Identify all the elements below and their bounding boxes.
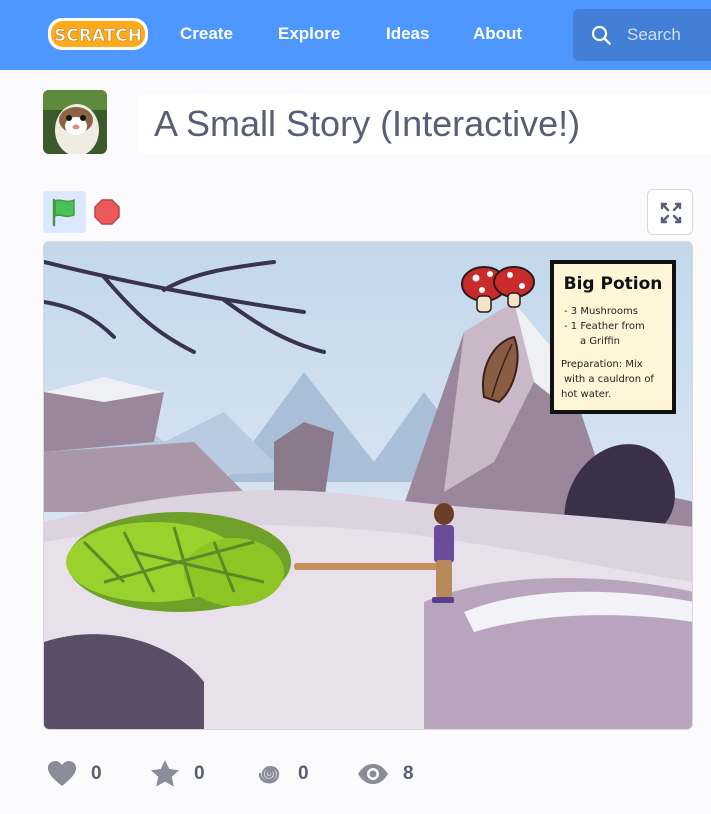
stop-icon bbox=[94, 199, 120, 225]
recipe-prep: with a cauldron of bbox=[564, 374, 654, 385]
recipe-card: Big Potion - 3 Mushrooms - 1 Feather fro… bbox=[550, 260, 676, 414]
eye-icon bbox=[358, 764, 388, 784]
leafy-bush bbox=[66, 512, 291, 612]
green-flag-button[interactable] bbox=[43, 191, 86, 233]
stop-button[interactable] bbox=[93, 198, 121, 226]
logo-text: SCRATCH bbox=[54, 26, 142, 46]
search-input[interactable]: Search bbox=[573, 9, 711, 61]
remix-icon bbox=[258, 766, 280, 784]
recipe-item: - 3 Mushrooms bbox=[564, 306, 638, 317]
nav-about[interactable]: About bbox=[473, 24, 522, 44]
search-placeholder: Search bbox=[627, 25, 681, 44]
fullscreen-button[interactable] bbox=[647, 189, 693, 235]
stage-scene: Big Potion - 3 Mushrooms - 1 Feather fro… bbox=[44, 242, 692, 729]
nav-explore[interactable]: Explore bbox=[278, 24, 340, 44]
recipe-item: a Griffin bbox=[580, 336, 620, 347]
views-count: 8 bbox=[403, 763, 414, 784]
project-title-field[interactable]: A Small Story (Interactive!) bbox=[138, 94, 711, 154]
scratch-logo[interactable]: SCRATCH bbox=[46, 14, 150, 54]
favorite-count: 0 bbox=[194, 763, 205, 784]
author-avatar[interactable] bbox=[43, 90, 107, 154]
recipe-prep: hot water. bbox=[561, 389, 611, 400]
recipe-item: - 1 Feather from bbox=[564, 321, 645, 332]
star-icon bbox=[151, 760, 179, 787]
love-count: 0 bbox=[91, 763, 102, 784]
recipe-prep: Preparation: Mix bbox=[561, 359, 643, 370]
nav-create[interactable]: Create bbox=[180, 24, 233, 44]
search-icon bbox=[591, 25, 611, 45]
heart-icon bbox=[48, 761, 76, 786]
nav-ideas[interactable]: Ideas bbox=[386, 24, 429, 44]
top-navbar: SCRATCH Create Explore Ideas About Searc… bbox=[0, 0, 711, 70]
remix-count: 0 bbox=[298, 763, 309, 784]
project-stage[interactable]: Big Potion - 3 Mushrooms - 1 Feather fro… bbox=[43, 241, 693, 730]
recipe-title: Big Potion bbox=[564, 274, 663, 294]
fullscreen-icon bbox=[660, 202, 682, 224]
project-title: A Small Story (Interactive!) bbox=[154, 103, 581, 144]
green-flag-icon bbox=[52, 198, 75, 227]
